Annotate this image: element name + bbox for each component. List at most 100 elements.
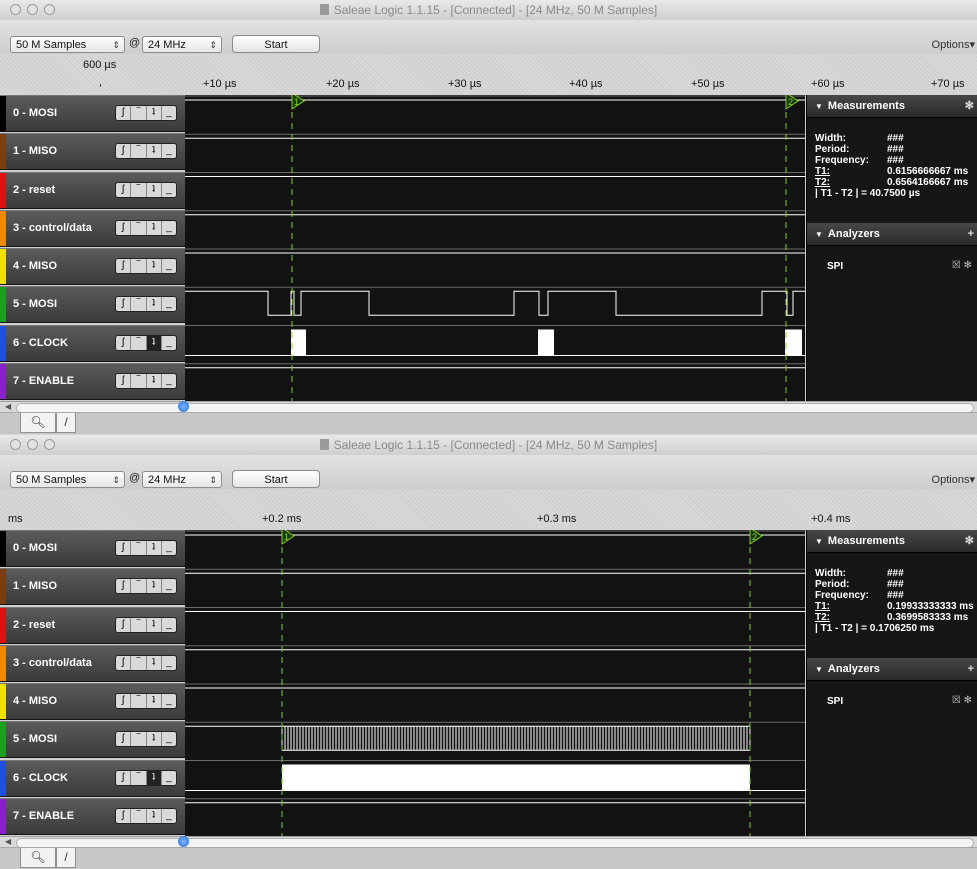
high-level-icon[interactable]: ‾	[131, 144, 147, 159]
rising-edge-icon[interactable]: ʃ	[116, 655, 132, 670]
time-ruler[interactable]: ms +0.2 ms +0.3 ms +0.4 ms	[0, 489, 977, 531]
high-level-icon[interactable]: ‾	[131, 655, 147, 670]
rising-edge-icon[interactable]: ʃ	[116, 335, 132, 350]
low-level-icon[interactable]: _	[162, 374, 176, 388]
high-level-icon[interactable]: ‾	[131, 541, 147, 555]
script-tab[interactable]: /	[56, 413, 76, 433]
rate-select[interactable]: 24 MHz ⇕	[142, 471, 222, 488]
analyzer-spi[interactable]: SPI	[827, 696, 843, 707]
falling-edge-icon[interactable]: ʇ	[147, 373, 162, 388]
high-level-icon[interactable]: ‾	[131, 106, 147, 120]
channel-row[interactable]: 5 - MOSI ʃ ‾ ʇ _	[0, 721, 185, 759]
rising-edge-icon[interactable]: ʃ	[116, 182, 132, 197]
low-level-icon[interactable]: _	[162, 809, 176, 823]
high-level-icon[interactable]: ‾	[131, 182, 147, 197]
channel-name[interactable]: 4 - MISO	[13, 695, 57, 707]
channel-row[interactable]: 2 - reset ʃ ‾ ʇ _	[0, 171, 185, 209]
analyzer-controls-icon[interactable]: ☒ ✻	[952, 260, 972, 271]
falling-edge-icon[interactable]: ʇ	[147, 732, 162, 747]
falling-edge-icon[interactable]: ʇ	[147, 808, 162, 823]
channel-row[interactable]: 3 - control/data ʃ ‾ ʇ _	[0, 644, 185, 682]
t1-label[interactable]: T1:	[815, 166, 830, 177]
rising-edge-icon[interactable]: ʃ	[116, 259, 132, 273]
channel-name[interactable]: 3 - control/data	[13, 657, 92, 669]
channel-row[interactable]: 4 - MISO ʃ ‾ ʇ _	[0, 248, 185, 285]
channel-row[interactable]: 0 - MOSI ʃ ‾ ʇ _	[0, 95, 185, 132]
channel-name[interactable]: 2 - reset	[13, 619, 55, 631]
channel-row[interactable]: 0 - MOSI ʃ ‾ ʇ _	[0, 530, 185, 567]
channel-row[interactable]: 2 - reset ʃ ‾ ʇ _	[0, 606, 185, 644]
rate-select[interactable]: 24 MHz ⇕	[142, 36, 222, 53]
channel-row[interactable]: 1 - MISO ʃ ‾ ʇ _	[0, 568, 185, 606]
low-level-icon[interactable]: _	[162, 618, 176, 632]
high-level-icon[interactable]: ‾	[131, 732, 147, 747]
low-level-icon[interactable]: _	[162, 656, 176, 670]
channel-row[interactable]: 6 - CLOCK ʃ ‾ ʇ _	[0, 759, 185, 797]
analyzer-spi[interactable]: SPI	[827, 261, 843, 272]
rising-edge-icon[interactable]: ʃ	[116, 373, 132, 388]
low-level-icon[interactable]: _	[162, 732, 176, 746]
rising-edge-icon[interactable]: ʃ	[116, 106, 132, 120]
analyzer-controls-icon[interactable]: ☒ ✻	[952, 695, 972, 706]
waveform-area[interactable]: 12	[185, 95, 805, 401]
start-button[interactable]: Start	[232, 470, 320, 488]
waveform-area[interactable]: 12	[185, 530, 805, 836]
rising-edge-icon[interactable]: ʃ	[116, 770, 132, 785]
search-tab[interactable]: 🔍︎	[20, 413, 56, 433]
t2-label[interactable]: T2:	[815, 612, 830, 623]
channel-row[interactable]: 1 - MISO ʃ ‾ ʇ _	[0, 133, 185, 171]
rising-edge-icon[interactable]: ʃ	[116, 541, 132, 555]
channel-name[interactable]: 1 - MISO	[13, 145, 57, 157]
channel-name[interactable]: 7 - ENABLE	[13, 810, 74, 822]
rising-edge-icon[interactable]: ʃ	[116, 297, 132, 312]
falling-edge-icon[interactable]: ʇ	[147, 579, 162, 594]
rising-edge-icon[interactable]: ʃ	[116, 220, 132, 235]
scroll-left-icon[interactable]: ◀	[5, 402, 11, 411]
channel-name[interactable]: 2 - reset	[13, 184, 55, 196]
channel-name[interactable]: 0 - MOSI	[13, 107, 57, 119]
channel-name[interactable]: 3 - control/data	[13, 222, 92, 234]
gear-icon[interactable]: ✻	[965, 530, 974, 552]
falling-edge-icon[interactable]: ʇ	[147, 297, 162, 312]
high-level-icon[interactable]: ‾	[131, 579, 147, 594]
script-tab[interactable]: /	[56, 848, 76, 868]
falling-edge-icon[interactable]: ʇ	[147, 617, 162, 632]
high-level-icon[interactable]: ‾	[131, 220, 147, 235]
low-level-icon[interactable]: _	[162, 694, 176, 708]
falling-edge-icon[interactable]: ʇ	[146, 335, 162, 350]
low-level-icon[interactable]: _	[162, 144, 176, 158]
low-level-icon[interactable]: _	[162, 297, 176, 311]
falling-edge-icon[interactable]: ʇ	[147, 144, 162, 159]
low-level-icon[interactable]: _	[162, 106, 176, 120]
search-tab[interactable]: 🔍︎	[20, 848, 56, 868]
options-menu[interactable]: Options▾	[932, 38, 975, 51]
low-level-icon[interactable]: _	[162, 183, 176, 197]
scroll-thumb[interactable]	[178, 401, 189, 412]
t2-label[interactable]: T2:	[815, 177, 830, 188]
high-level-icon[interactable]: ‾	[131, 770, 147, 785]
high-level-icon[interactable]: ‾	[131, 373, 147, 388]
rising-edge-icon[interactable]: ʃ	[116, 144, 132, 159]
options-menu[interactable]: Options▾	[932, 473, 975, 486]
channel-name[interactable]: 1 - MISO	[13, 580, 57, 592]
high-level-icon[interactable]: ‾	[131, 259, 147, 273]
falling-edge-icon[interactable]: ʇ	[147, 220, 162, 235]
t1-label[interactable]: T1:	[815, 601, 830, 612]
channel-name[interactable]: 7 - ENABLE	[13, 375, 74, 387]
falling-edge-icon[interactable]: ʇ	[147, 694, 162, 708]
high-level-icon[interactable]: ‾	[131, 335, 147, 350]
rising-edge-icon[interactable]: ʃ	[116, 617, 132, 632]
channel-name[interactable]: 5 - MOSI	[13, 298, 57, 310]
channel-name[interactable]: 0 - MOSI	[13, 542, 57, 554]
channel-row[interactable]: 7 - ENABLE ʃ ‾ ʇ _	[0, 362, 185, 400]
analyzers-header[interactable]: ▼ Analyzers +	[807, 223, 977, 246]
rising-edge-icon[interactable]: ʃ	[116, 732, 132, 747]
channel-name[interactable]: 6 - CLOCK	[13, 337, 68, 349]
channel-row[interactable]: 3 - control/data ʃ ‾ ʇ _	[0, 209, 185, 247]
falling-edge-icon[interactable]: ʇ	[147, 182, 162, 197]
channel-row[interactable]: 6 - CLOCK ʃ ‾ ʇ _	[0, 324, 185, 362]
low-level-icon[interactable]: _	[162, 336, 176, 350]
falling-edge-icon[interactable]: ʇ	[147, 541, 162, 555]
rising-edge-icon[interactable]: ʃ	[116, 808, 132, 823]
rising-edge-icon[interactable]: ʃ	[116, 579, 132, 594]
